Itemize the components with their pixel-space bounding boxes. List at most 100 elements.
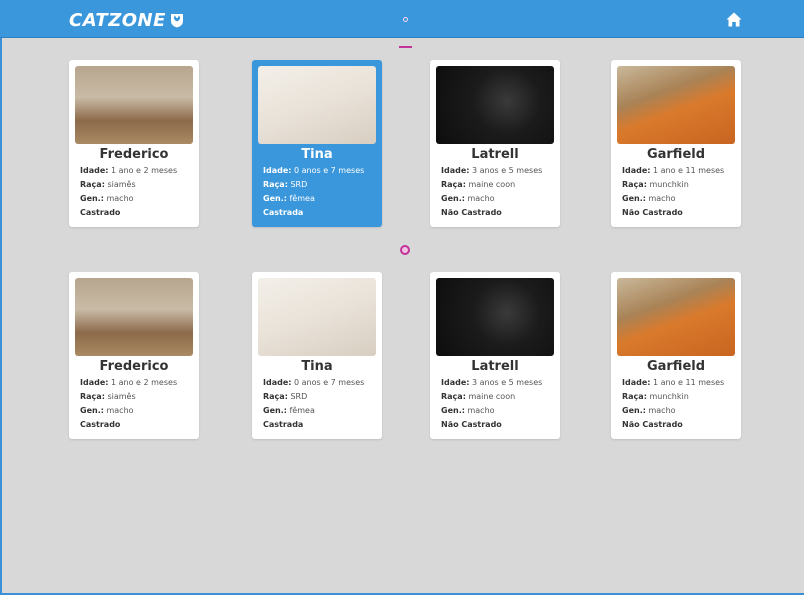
cat-breed: Raça: SRD [263, 180, 307, 189]
age-label: Idade: [263, 166, 292, 175]
cat-name: Garfield [646, 147, 706, 162]
cat-breed: Raça: siamês [80, 180, 136, 189]
cat-name: Latrell [471, 147, 519, 162]
gender-label: Gen.: [80, 194, 104, 203]
cat-gender: Gen.: fêmea [263, 406, 315, 415]
cat-age: Idade: 1 ano e 2 meses [80, 166, 177, 175]
cat-photo [75, 66, 193, 144]
age-value: 0 anos e 7 meses [294, 378, 365, 387]
cat-age: Idade: 0 anos e 7 meses [263, 166, 364, 175]
breed-label: Raça: [441, 392, 466, 401]
age-value: 1 ano e 11 meses [653, 378, 725, 387]
cat-age: Idade: 1 ano e 11 meses [622, 166, 724, 175]
gender-value: macho [106, 406, 134, 415]
breed-label: Raça: [263, 392, 288, 401]
gender-value: fêmea [289, 194, 315, 203]
gender-label: Gen.: [263, 406, 287, 415]
age-label: Idade: [441, 166, 470, 175]
top-navbar: CATZONE [0, 0, 804, 38]
home-icon[interactable] [726, 12, 742, 27]
cat-status: Não Castrado [622, 208, 683, 217]
cat-age: Idade: 1 ano e 11 meses [622, 378, 724, 387]
cat-card[interactable]: Frederico Idade: 1 ano e 2 meses Raça: s… [69, 60, 199, 227]
breed-label: Raça: [80, 392, 105, 401]
cat-name: Tina [301, 147, 333, 162]
cat-age: Idade: 1 ano e 2 meses [80, 378, 177, 387]
logo[interactable]: CATZONE [69, 10, 184, 31]
breed-value: maine coon [468, 392, 516, 401]
age-value: 3 anos e 5 meses [472, 378, 543, 387]
age-value: 1 ano e 11 meses [653, 166, 725, 175]
indicator-dot [403, 17, 408, 22]
breed-label: Raça: [622, 392, 647, 401]
cat-card[interactable]: Frederico Idade: 1 ano e 2 meses Raça: s… [69, 272, 199, 439]
gender-label: Gen.: [80, 406, 104, 415]
age-value: 1 ano e 2 meses [111, 166, 178, 175]
cat-status: Castrada [263, 208, 304, 217]
breed-value: munchkin [649, 392, 689, 401]
breed-label: Raça: [622, 180, 647, 189]
age-label: Idade: [263, 378, 292, 387]
cat-card[interactable]: Tina Idade: 0 anos e 7 meses Raça: SRD G… [252, 60, 382, 227]
cat-shield-icon [170, 14, 183, 28]
cat-card[interactable]: Latrell Idade: 3 anos e 5 meses Raça: ma… [430, 60, 560, 227]
breed-value: siamês [107, 392, 136, 401]
cat-age: Idade: 0 anos e 7 meses [263, 378, 364, 387]
cat-gender: Gen.: macho [80, 406, 134, 415]
cat-gender: Gen.: macho [622, 406, 676, 415]
breed-label: Raça: [80, 180, 105, 189]
cat-breed: Raça: SRD [263, 392, 307, 401]
cat-breed: Raça: maine coon [441, 180, 515, 189]
cat-card[interactable]: Garfield Idade: 1 ano e 11 meses Raça: m… [611, 60, 741, 227]
age-value: 1 ano e 2 meses [111, 378, 178, 387]
cat-name: Tina [301, 359, 333, 374]
cat-breed: Raça: munchkin [622, 392, 689, 401]
gender-label: Gen.: [441, 406, 465, 415]
cat-name: Garfield [646, 359, 706, 374]
cat-name: Frederico [99, 147, 169, 162]
age-label: Idade: [622, 378, 651, 387]
cat-photo [258, 66, 376, 144]
logo-text: CATZONE [69, 10, 166, 31]
cat-breed: Raça: siamês [80, 392, 136, 401]
breed-value: maine coon [468, 180, 516, 189]
cat-photo [258, 278, 376, 356]
age-value: 3 anos e 5 meses [472, 166, 543, 175]
cat-gender: Gen.: macho [441, 406, 495, 415]
indicator-ring [400, 245, 410, 255]
cat-name: Frederico [99, 359, 169, 374]
cat-card[interactable]: Garfield Idade: 1 ano e 11 meses Raça: m… [611, 272, 741, 439]
cat-card[interactable]: Tina Idade: 0 anos e 7 meses Raça: SRD G… [252, 272, 382, 439]
breed-value: munchkin [649, 180, 689, 189]
age-label: Idade: [80, 378, 109, 387]
cat-photo [617, 66, 735, 144]
cat-photo [75, 278, 193, 356]
cat-status: Castrado [80, 208, 121, 217]
gender-label: Gen.: [622, 406, 646, 415]
cat-gender: Gen.: macho [80, 194, 134, 203]
cat-gender: Gen.: fêmea [263, 194, 315, 203]
breed-label: Raça: [441, 180, 466, 189]
cat-breed: Raça: maine coon [441, 392, 515, 401]
cat-status: Não Castrado [441, 208, 502, 217]
cat-card[interactable]: Latrell Idade: 3 anos e 5 meses Raça: ma… [430, 272, 560, 439]
age-label: Idade: [80, 166, 109, 175]
cat-age: Idade: 3 anos e 5 meses [441, 166, 542, 175]
cat-name: Latrell [471, 359, 519, 374]
cat-status: Castrado [80, 420, 121, 429]
indicator-dash [399, 46, 412, 48]
gender-value: fêmea [289, 406, 315, 415]
cat-gender: Gen.: macho [622, 194, 676, 203]
gender-label: Gen.: [263, 194, 287, 203]
breed-value: SRD [290, 392, 308, 401]
breed-value: SRD [290, 180, 308, 189]
gender-value: macho [648, 406, 676, 415]
age-label: Idade: [441, 378, 470, 387]
gender-value: macho [467, 406, 495, 415]
gender-value: macho [648, 194, 676, 203]
cat-photo [436, 278, 554, 356]
cat-status: Não Castrado [441, 420, 502, 429]
cat-photo [436, 66, 554, 144]
cat-photo [617, 278, 735, 356]
gender-value: macho [106, 194, 134, 203]
